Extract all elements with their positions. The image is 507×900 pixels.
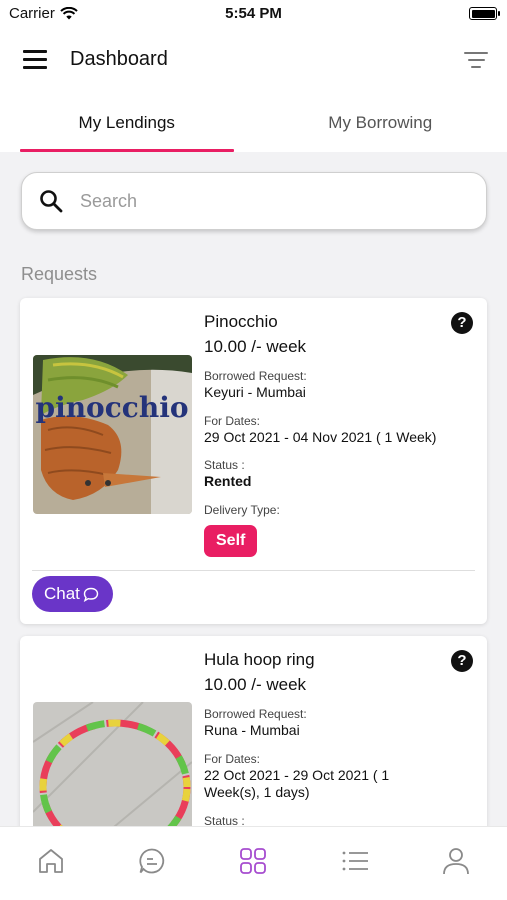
item-image: pinocchio — [33, 355, 192, 514]
tab-active-indicator — [20, 149, 234, 152]
chat-button-label: Chat — [44, 584, 80, 603]
tab-my-borrowing[interactable]: My Borrowing — [254, 92, 507, 152]
chat-bubble-icon — [83, 587, 99, 602]
request-details: Pinocchio 10.00 /- week Borrowed Request… — [204, 312, 474, 557]
section-title: Requests — [21, 264, 98, 284]
battery-icon — [469, 7, 500, 20]
page-title: Dashboard — [70, 48, 168, 70]
home-icon — [38, 848, 63, 873]
app-bar: Dashboard — [0, 28, 507, 92]
dates: 29 Oct 2021 - 04 Nov 2021 ( 1 Week) — [204, 428, 437, 445]
nav-dashboard[interactable] — [233, 841, 273, 881]
borrowed-request-label: Borrowed Request: — [204, 369, 307, 383]
dashboard-grid-icon — [240, 847, 267, 874]
borrowed-request-label: Borrowed Request: — [204, 707, 307, 721]
item-name: Pinocchio — [204, 312, 278, 331]
chat-button[interactable]: Chat — [32, 576, 113, 612]
help-icon[interactable]: ? — [451, 312, 473, 334]
delivery-type-label: Delivery Type: — [204, 502, 280, 517]
tab-bar: My Lendings My Borrowing — [0, 92, 507, 152]
bottom-nav — [0, 826, 507, 900]
search-icon — [40, 190, 63, 213]
tab-label: My Borrowing — [328, 113, 433, 132]
divider — [32, 570, 475, 571]
search-bar — [21, 172, 487, 230]
tab-my-lendings[interactable]: My Lendings — [0, 92, 254, 152]
dates-label: For Dates: — [204, 751, 261, 766]
request-card[interactable]: Hula hoop ring 10.00 /- week Borrowed Re… — [20, 636, 487, 861]
clock: 5:54 PM — [225, 5, 282, 22]
list-icon — [342, 851, 368, 870]
search-input[interactable] — [80, 190, 440, 212]
item-price: 10.00 /- week — [204, 337, 307, 356]
book-cover-title: pinocchio — [35, 391, 188, 424]
help-icon[interactable]: ? — [451, 650, 473, 672]
chat-icon — [139, 848, 165, 873]
status-bar: Carrier 5:54 PM — [0, 0, 507, 28]
dates-label: For Dates: — [204, 413, 261, 428]
status-value: Rented — [204, 473, 252, 489]
hamburger-menu-icon[interactable] — [23, 50, 47, 70]
profile-icon — [443, 847, 470, 874]
tab-label: My Lendings — [78, 113, 175, 132]
dates: 22 Oct 2021 - 29 Oct 2021 ( 1 Week(s), 1… — [204, 766, 390, 801]
item-price: 10.00 /- week — [204, 675, 307, 694]
request-card[interactable]: pinocchio Pinocchio 10.00 /- week Borrow… — [20, 298, 487, 624]
nav-profile[interactable] — [436, 841, 476, 881]
nav-home[interactable] — [31, 841, 71, 881]
borrower: Runa - Mumbai — [204, 722, 300, 738]
request-details: Hula hoop ring 10.00 /- week Borrowed Re… — [204, 650, 474, 828]
item-name: Hula hoop ring — [204, 650, 315, 669]
nav-list[interactable] — [335, 841, 375, 881]
borrower: Keyuri - Mumbai — [204, 384, 306, 400]
filter-icon[interactable] — [464, 52, 488, 70]
nav-chat[interactable] — [132, 841, 172, 881]
delivery-type-badge: Self — [204, 524, 258, 557]
status-label: Status : — [204, 458, 245, 472]
